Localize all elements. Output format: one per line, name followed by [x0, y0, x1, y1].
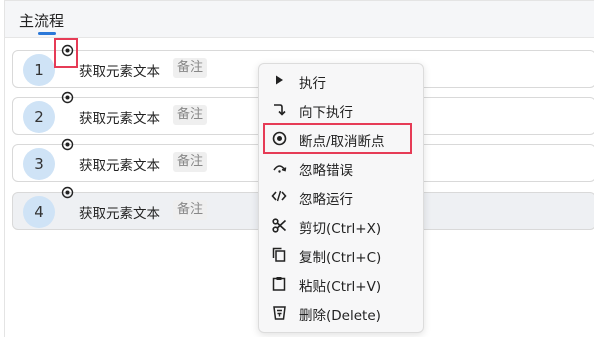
- skip-arc-icon: [271, 159, 287, 175]
- step-title: 获取元素文本: [79, 64, 160, 80]
- menu-item-ignore-run[interactable]: 忽略运行: [259, 182, 423, 211]
- step-note-tag[interactable]: 备注: [173, 58, 208, 78]
- menu-item-label: 执行: [299, 76, 326, 92]
- menu-item-paste[interactable]: 粘贴(Ctrl+V): [259, 269, 423, 298]
- menu-item-label: 剪切(Ctrl+X): [299, 221, 382, 237]
- context-menu: 执行 向下执行 断点/取消断点 忽略错误 忽略运行 剪切(Ctrl+X) 复制(…: [258, 63, 424, 333]
- menu-item-copy[interactable]: 复制(Ctrl+C): [259, 240, 423, 269]
- arrow-down-right-icon: [271, 101, 287, 117]
- menu-item-run[interactable]: 执行: [259, 66, 423, 95]
- menu-item-label: 忽略运行: [299, 192, 353, 208]
- step-title: 获取元素文本: [79, 111, 160, 127]
- step-title: 获取元素文本: [79, 206, 160, 222]
- step-note-tag[interactable]: 备注: [173, 200, 208, 220]
- play-icon: [271, 72, 287, 88]
- copy-icon: [271, 246, 287, 262]
- step-note-tag[interactable]: 备注: [173, 105, 208, 125]
- breakpoint-icon[interactable]: [61, 44, 74, 57]
- breakpoint-icon[interactable]: [61, 138, 74, 151]
- step-number-badge: 4: [23, 196, 55, 228]
- breakpoint-icon[interactable]: [61, 186, 74, 199]
- step-title: 获取元素文本: [79, 158, 160, 174]
- menu-item-delete[interactable]: 删除(Delete): [259, 298, 423, 327]
- menu-item-label: 粘贴(Ctrl+V): [299, 279, 382, 295]
- scissors-icon: [271, 217, 287, 233]
- menu-item-label: 复制(Ctrl+C): [299, 250, 382, 266]
- menu-item-toggle-breakpoint[interactable]: 断点/取消断点: [259, 124, 423, 153]
- menu-item-label: 忽略错误: [299, 163, 353, 179]
- step-number-badge: 1: [23, 54, 55, 86]
- trash-icon: [271, 304, 287, 320]
- menu-item-label: 断点/取消断点: [299, 134, 385, 150]
- breakpoint-icon: [271, 130, 287, 146]
- step-number-badge: 2: [23, 101, 55, 133]
- step-note-tag[interactable]: 备注: [173, 152, 208, 172]
- tab-bar: 主流程: [5, 1, 594, 38]
- clipboard-icon: [271, 275, 287, 291]
- menu-item-ignore-error[interactable]: 忽略错误: [259, 153, 423, 182]
- active-tab-indicator: [38, 32, 56, 35]
- menu-item-label: 删除(Delete): [299, 308, 381, 324]
- menu-item-run-from-here[interactable]: 向下执行: [259, 95, 423, 124]
- menu-item-cut[interactable]: 剪切(Ctrl+X): [259, 211, 423, 240]
- step-number-badge: 3: [23, 148, 55, 180]
- breakpoint-icon[interactable]: [61, 91, 74, 104]
- tab-main-flow[interactable]: 主流程: [19, 10, 64, 31]
- code-icon: [271, 188, 287, 204]
- menu-item-label: 向下执行: [299, 105, 353, 121]
